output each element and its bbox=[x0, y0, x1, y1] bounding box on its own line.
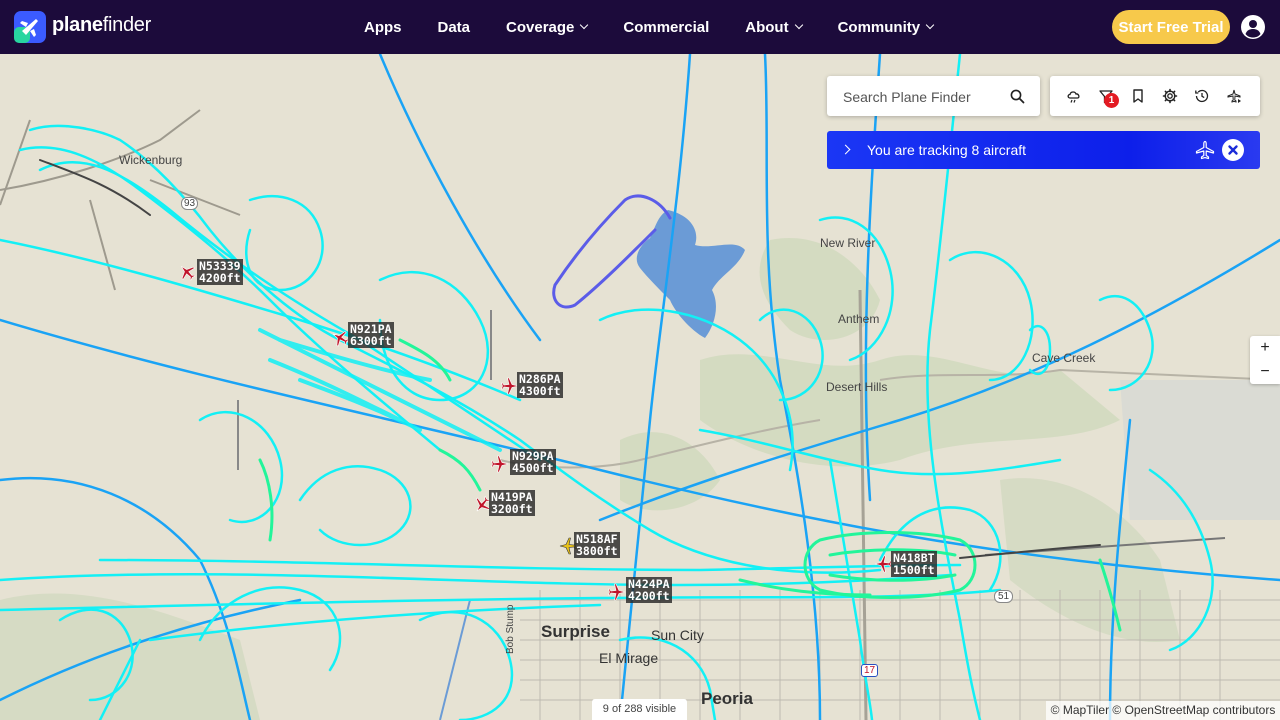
aircraft-altitude: 6300ft bbox=[350, 334, 392, 348]
chevron-down-icon bbox=[794, 20, 803, 30]
route-shield-93: 93 bbox=[181, 197, 199, 210]
aircraft-label[interactable]: N921PA 6300ft bbox=[348, 322, 394, 348]
place-new-river: New River bbox=[820, 236, 876, 250]
settings-icon[interactable] bbox=[1162, 88, 1178, 104]
chevron-right-icon[interactable] bbox=[840, 144, 851, 155]
plane-icon bbox=[181, 266, 196, 281]
brand-wordmark[interactable]: planefinder bbox=[52, 14, 151, 37]
aircraft-marker[interactable] bbox=[608, 583, 626, 606]
place-cave-creek: Cave Creek bbox=[1032, 351, 1096, 365]
aircraft-marker[interactable] bbox=[331, 329, 350, 352]
plane-icon bbox=[491, 455, 509, 473]
aircraft-label[interactable]: N418BT 1500ft bbox=[891, 551, 937, 577]
main-menu: Apps Data Coverage Commercial About Comm… bbox=[364, 0, 969, 54]
planefinder-logo-icon[interactable] bbox=[14, 11, 46, 43]
aircraft-label[interactable]: N424PA 4200ft bbox=[626, 577, 672, 603]
place-wickenburg: Wickenburg bbox=[119, 153, 183, 167]
route-shield-17: 17 bbox=[861, 664, 879, 677]
aircraft-marker[interactable] bbox=[874, 555, 892, 578]
aircraft-marker[interactable] bbox=[178, 263, 196, 286]
aircraft-label[interactable]: N53339 4200ft bbox=[197, 259, 243, 285]
start-free-trial-button[interactable]: Start Free Trial bbox=[1112, 10, 1230, 44]
nav-data[interactable]: Data bbox=[438, 19, 471, 36]
aircraft-label[interactable]: N286PA 4300ft bbox=[517, 372, 563, 398]
place-sun-city: Sun City bbox=[651, 627, 704, 643]
search-input[interactable] bbox=[841, 76, 1005, 118]
nav-community[interactable]: Community bbox=[838, 19, 935, 36]
nav-about[interactable]: About bbox=[745, 19, 803, 36]
aircraft-label[interactable]: N419PA 3200ft bbox=[489, 490, 535, 516]
top-nav: planefinder Apps Data Coverage Commercia… bbox=[0, 0, 1280, 54]
map-attribution[interactable]: © MapTiler © OpenStreetMap contributors bbox=[1046, 701, 1280, 720]
bookmark-icon[interactable] bbox=[1130, 88, 1146, 104]
aircraft-altitude: 4200ft bbox=[199, 271, 241, 285]
nav-coverage[interactable]: Coverage bbox=[506, 19, 589, 36]
aircraft-label[interactable]: N929PA 4500ft bbox=[510, 449, 556, 475]
nav-apps[interactable]: Apps bbox=[364, 19, 402, 36]
filter-count-badge: 1 bbox=[1104, 93, 1119, 108]
route-shield-51: 51 bbox=[994, 590, 1014, 603]
visible-count: 9 of 288 visible bbox=[592, 699, 687, 720]
chevron-down-icon bbox=[925, 20, 935, 30]
plane-icon bbox=[608, 583, 626, 601]
plane-icon[interactable] bbox=[1195, 140, 1215, 160]
aircraft-marker[interactable] bbox=[491, 455, 509, 478]
tracking-text: You are tracking 8 aircraft bbox=[867, 142, 1027, 158]
place-desert-hills: Desert Hills bbox=[826, 380, 888, 394]
aircraft-altitude: 4200ft bbox=[628, 589, 670, 603]
place-peoria: Peoria bbox=[701, 689, 753, 708]
aircraft-altitude: 3200ft bbox=[491, 502, 533, 516]
close-tracking-button[interactable] bbox=[1222, 139, 1244, 161]
account-icon[interactable] bbox=[1241, 15, 1265, 39]
place-surprise: Surprise bbox=[541, 622, 610, 641]
history-icon[interactable] bbox=[1194, 88, 1210, 104]
aircraft-altitude: 4300ft bbox=[519, 384, 561, 398]
close-icon bbox=[1228, 145, 1238, 155]
weather-icon[interactable] bbox=[1066, 88, 1082, 104]
zoom-control: + − bbox=[1250, 336, 1280, 384]
tracking-banner[interactable]: You are tracking 8 aircraft bbox=[827, 131, 1260, 169]
road-bob-stump: Bob Stump bbox=[505, 604, 516, 654]
search-icon[interactable] bbox=[1010, 89, 1025, 104]
zoom-in-button[interactable]: + bbox=[1250, 336, 1280, 360]
aircraft-altitude: 1500ft bbox=[893, 563, 935, 577]
place-anthem: Anthem bbox=[838, 312, 880, 326]
map-toolbar bbox=[1050, 76, 1260, 116]
aircraft-label[interactable]: N518AF 3800ft bbox=[574, 532, 620, 558]
playback-icon[interactable] bbox=[1226, 88, 1242, 104]
place-el-mirage: El Mirage bbox=[599, 650, 659, 666]
aircraft-altitude: 4500ft bbox=[512, 461, 554, 475]
zoom-out-button[interactable]: − bbox=[1250, 360, 1280, 384]
plane-icon bbox=[874, 555, 892, 573]
aircraft-altitude: 3800ft bbox=[576, 544, 618, 558]
nav-commercial[interactable]: Commercial bbox=[623, 19, 709, 36]
search-box bbox=[827, 76, 1040, 118]
chevron-down-icon bbox=[580, 20, 589, 30]
